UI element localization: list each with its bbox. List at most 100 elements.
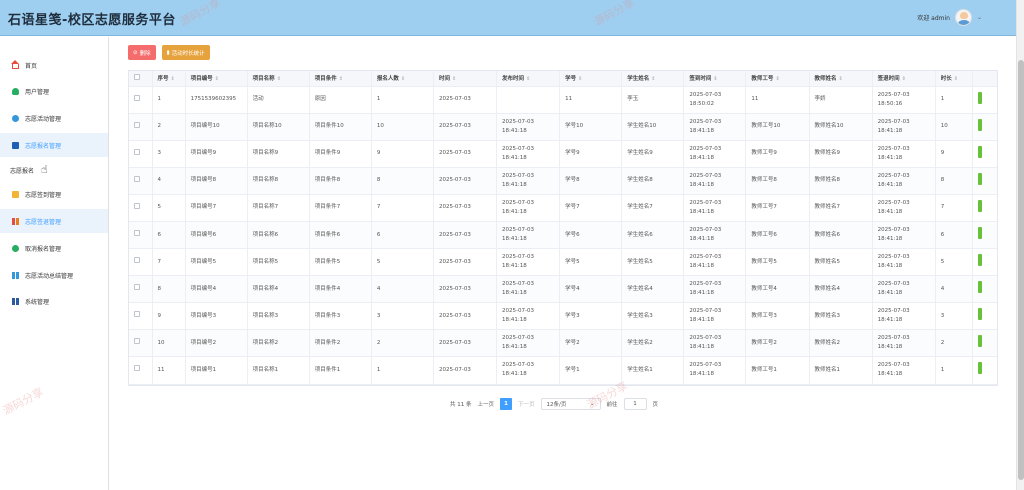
card-icon bbox=[12, 141, 19, 149]
table-cell: 2025-07-03 18:41:18 bbox=[872, 356, 936, 385]
table-row[interactable]: 5 项目编号7 项目名称7 项目条件7 7 2025-07-03 2025-07-03 18… bbox=[129, 194, 997, 222]
column-header[interactable]: 项目条件 ⇕ bbox=[309, 71, 372, 87]
table-cell: 11 bbox=[152, 356, 186, 385]
row-checkbox[interactable] bbox=[129, 329, 153, 358]
sort-icon: ⇕ bbox=[651, 76, 656, 83]
table-cell bbox=[496, 86, 561, 114]
row-checkbox[interactable] bbox=[129, 194, 153, 222]
table-cell: 李玉 bbox=[621, 86, 685, 114]
select-all-checkbox[interactable] bbox=[129, 71, 153, 87]
row-action-button[interactable] bbox=[972, 275, 997, 304]
column-header[interactable]: 教师工号 ⇕ bbox=[745, 71, 810, 87]
table-cell: 学生姓名10 bbox=[621, 113, 685, 141]
table-cell: 11 bbox=[745, 86, 810, 114]
sidebar-item-checkin[interactable]: 志愿签到管理 bbox=[0, 182, 108, 206]
table-row[interactable]: 4 项目编号8 项目名称8 项目条件8 8 2025-07-03 2025-07-03 18… bbox=[129, 167, 997, 195]
row-checkbox[interactable] bbox=[129, 275, 153, 304]
delete-button[interactable]: ⊘ 删除 bbox=[128, 45, 156, 60]
table-cell: 2025-07-03 18:41:18 bbox=[683, 113, 747, 141]
data-table: 序号 ⇕ 项目编号 ⇕ 项目名称 ⇕ 项目条件 ⇕ 报名人数 ⇕ 时间 ⇕ 发布时间 ⇕ 学号… bbox=[128, 70, 998, 386]
column-header[interactable]: 时长 ⇕ bbox=[935, 71, 973, 87]
column-header[interactable]: 项目名称 ⇕ bbox=[247, 71, 310, 87]
page-size-select[interactable]: 12条/页 ⌄ bbox=[540, 398, 601, 410]
sidebar-submenu-registration[interactable]: 志愿报名 bbox=[10, 166, 34, 175]
row-checkbox[interactable] bbox=[129, 113, 153, 141]
row-checkbox[interactable] bbox=[129, 86, 153, 114]
user-menu[interactable]: 欢迎 admin ⌄ bbox=[917, 9, 982, 26]
column-header[interactable]: 时间 ⇕ bbox=[433, 71, 498, 87]
table-row[interactable]: 1 1751539602395 活动 原因 1 2025-07-03 11 李玉 2025-07… bbox=[129, 86, 997, 114]
column-header[interactable]: 序号 ⇕ bbox=[152, 71, 186, 87]
row-action-button[interactable] bbox=[972, 221, 997, 250]
table-cell: 2025-07-03 18:41:18 bbox=[496, 167, 561, 195]
column-header[interactable]: 签到时间 ⇕ bbox=[683, 71, 747, 87]
table-cell: 教师工号1 bbox=[745, 356, 810, 385]
sidebar-item-home[interactable]: 首页 bbox=[0, 53, 108, 77]
sidebar-item-activity[interactable]: 志愿活动管理 bbox=[0, 106, 108, 130]
column-header[interactable]: 学生姓名 ⇕ bbox=[621, 71, 685, 87]
table-cell: 8 bbox=[152, 275, 186, 304]
table-row[interactable]: 7 项目编号5 项目名称5 项目条件5 5 2025-07-03 2025-07-03 18… bbox=[129, 248, 997, 277]
table-cell: 项目名称8 bbox=[247, 167, 310, 195]
table-row[interactable]: 11 项目编号1 项目名称1 项目条件1 1 2025-07-03 2025-07-03 1… bbox=[129, 356, 997, 385]
column-header[interactable]: 签退时间 ⇕ bbox=[872, 71, 936, 87]
sidebar-item-summary[interactable]: 志愿活动总结管理 bbox=[0, 263, 108, 287]
table-cell: 3 bbox=[935, 302, 973, 331]
table-cell: 项目条件9 bbox=[309, 140, 372, 168]
table-cell: 5 bbox=[152, 194, 186, 222]
sidebar-item-users[interactable]: 用户管理 bbox=[0, 79, 108, 103]
table-cell: 学生姓名9 bbox=[621, 140, 685, 168]
row-action-button[interactable] bbox=[972, 248, 997, 277]
row-action-button[interactable] bbox=[972, 302, 997, 331]
row-checkbox[interactable] bbox=[129, 248, 153, 277]
sidebar-item-cancel[interactable]: 取消报名管理 bbox=[0, 236, 108, 260]
table-row[interactable]: 8 项目编号4 项目名称4 项目条件4 4 2025-07-03 2025-07-03 18… bbox=[129, 275, 997, 304]
table-cell: 9 bbox=[935, 140, 973, 168]
sidebar-item-registration[interactable]: 志愿报名管理 bbox=[0, 133, 108, 157]
table-row[interactable]: 6 项目编号6 项目名称6 项目条件6 6 2025-07-03 2025-07-03 18… bbox=[129, 221, 997, 250]
column-header[interactable]: 报名人数 ⇕ bbox=[371, 71, 434, 87]
row-checkbox[interactable] bbox=[129, 302, 153, 331]
column-header[interactable]: 学号 ⇕ bbox=[559, 71, 623, 87]
row-checkbox[interactable] bbox=[129, 140, 153, 168]
table-header-row: 序号 ⇕ 项目编号 ⇕ 项目名称 ⇕ 项目条件 ⇕ 报名人数 ⇕ 时间 ⇕ 发布时间 ⇕ 学号… bbox=[129, 71, 997, 87]
duration-stats-button[interactable]: ▮ 活动时长统计 bbox=[161, 45, 210, 60]
row-checkbox[interactable] bbox=[129, 167, 153, 195]
table-row[interactable]: 3 项目编号9 项目名称9 项目条件9 9 2025-07-03 2025-07-03 18… bbox=[129, 140, 997, 168]
column-header[interactable]: 项目编号 ⇕ bbox=[185, 71, 248, 87]
table-cell: 8 bbox=[935, 167, 973, 195]
row-action-button[interactable] bbox=[972, 140, 997, 168]
sort-icon: ⇕ bbox=[526, 76, 531, 83]
hand-cursor-icon: ☝ bbox=[41, 163, 48, 176]
current-page-button[interactable]: 1 bbox=[500, 398, 513, 410]
row-action-button[interactable] bbox=[972, 86, 997, 114]
scrollbar-thumb[interactable] bbox=[1018, 60, 1024, 480]
table-cell: 7 bbox=[935, 194, 973, 222]
row-action-button[interactable] bbox=[972, 194, 997, 222]
table-row[interactable]: 2 项目编号10 项目名称10 项目条件10 10 2025-07-03 2025-07-0… bbox=[129, 113, 997, 141]
row-action-button[interactable] bbox=[972, 356, 997, 385]
sort-icon: ⇕ bbox=[838, 76, 843, 83]
sort-icon: ⇕ bbox=[170, 76, 175, 83]
avatar[interactable] bbox=[954, 9, 972, 26]
next-page-button[interactable]: 下一页 bbox=[518, 400, 535, 408]
column-header[interactable]: 发布时间 ⇕ bbox=[496, 71, 561, 87]
goto-page-input[interactable]: 1 bbox=[623, 398, 647, 410]
actions-header bbox=[972, 71, 997, 87]
table-row[interactable]: 10 项目编号2 项目名称2 项目条件2 2 2025-07-03 2025-07-03 1… bbox=[129, 329, 997, 358]
row-action-button[interactable] bbox=[972, 329, 997, 358]
row-checkbox[interactable] bbox=[129, 356, 153, 385]
table-cell: 项目编号9 bbox=[185, 140, 248, 168]
page-scrollbar[interactable] bbox=[1016, 0, 1024, 490]
table-cell: 学号7 bbox=[559, 194, 623, 222]
row-checkbox[interactable] bbox=[129, 221, 153, 250]
column-header[interactable]: 教师姓名 ⇕ bbox=[809, 71, 873, 87]
table-row[interactable]: 9 项目编号3 项目名称3 项目条件3 3 2025-07-03 2025-07-03 18… bbox=[129, 302, 997, 331]
row-action-button[interactable] bbox=[972, 113, 997, 141]
sidebar-item-checkout[interactable]: 志愿签退管理 bbox=[0, 209, 108, 233]
prev-page-button[interactable]: 上一页 bbox=[478, 400, 495, 408]
chevron-down-icon[interactable]: ⌄ bbox=[977, 14, 982, 21]
table-cell: 2025-07-03 bbox=[433, 248, 498, 277]
row-action-button[interactable] bbox=[972, 167, 997, 195]
sidebar-item-system[interactable]: 系统管理 bbox=[0, 289, 108, 313]
